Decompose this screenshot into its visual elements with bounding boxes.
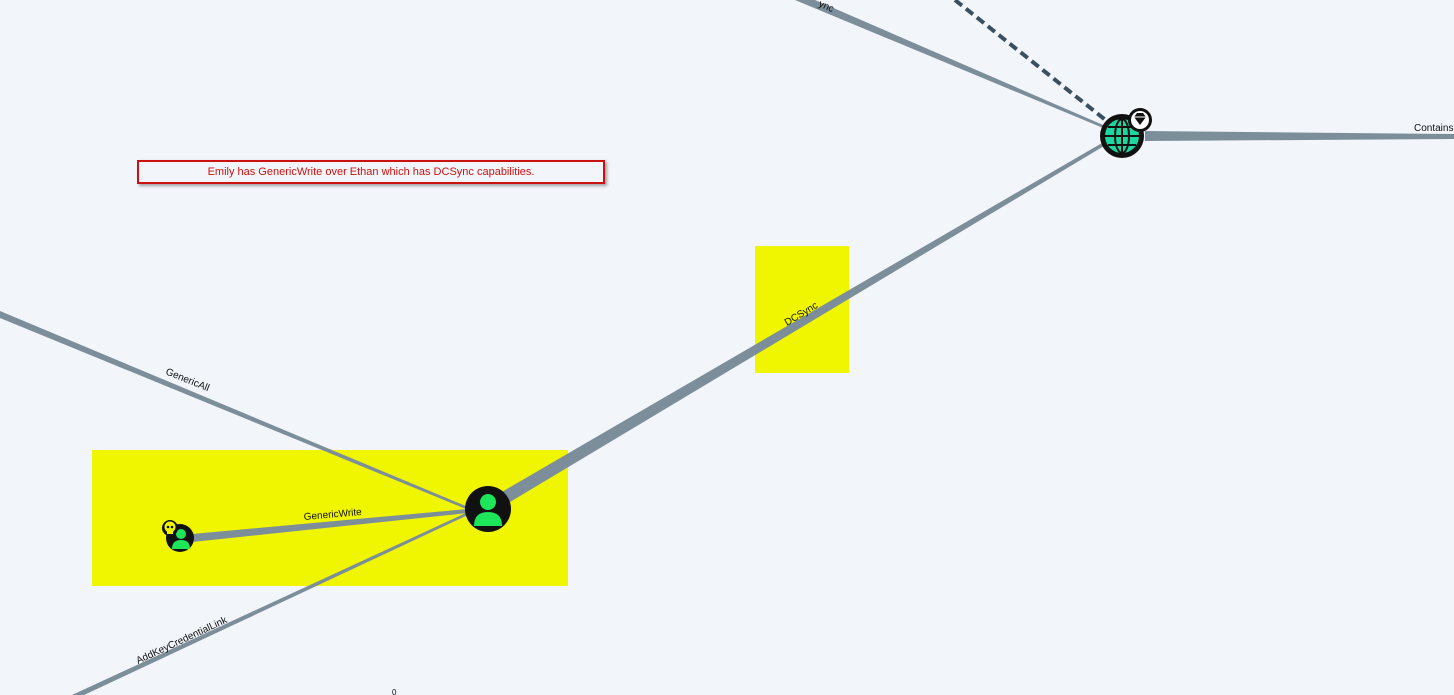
edge-dashed-to-domain[interactable]: [953, 0, 1110, 124]
edge-label-bottom-partial: 0: [392, 688, 397, 695]
edge-top-left-to-domain[interactable]: [795, 0, 1110, 130]
skull-icon: [162, 520, 178, 536]
domain-node[interactable]: [1100, 108, 1152, 158]
edge-label-addkeycredentiallink: AddKeyCredentialLink: [135, 615, 230, 667]
user-node-ethan[interactable]: [465, 486, 511, 532]
edge-contains[interactable]: [1145, 131, 1454, 141]
edge-dcsync[interactable]: [500, 143, 1104, 502]
diamond-icon: [1128, 108, 1152, 132]
annotation-note: Emily has GenericWrite over Ethan which …: [137, 160, 605, 184]
graph-canvas[interactable]: ync Contains DCSync GenericAll GenericWr…: [0, 0, 1454, 695]
edge-label-contains: Contains: [1414, 123, 1453, 134]
annotation-text: Emily has GenericWrite over Ethan which …: [207, 166, 535, 178]
